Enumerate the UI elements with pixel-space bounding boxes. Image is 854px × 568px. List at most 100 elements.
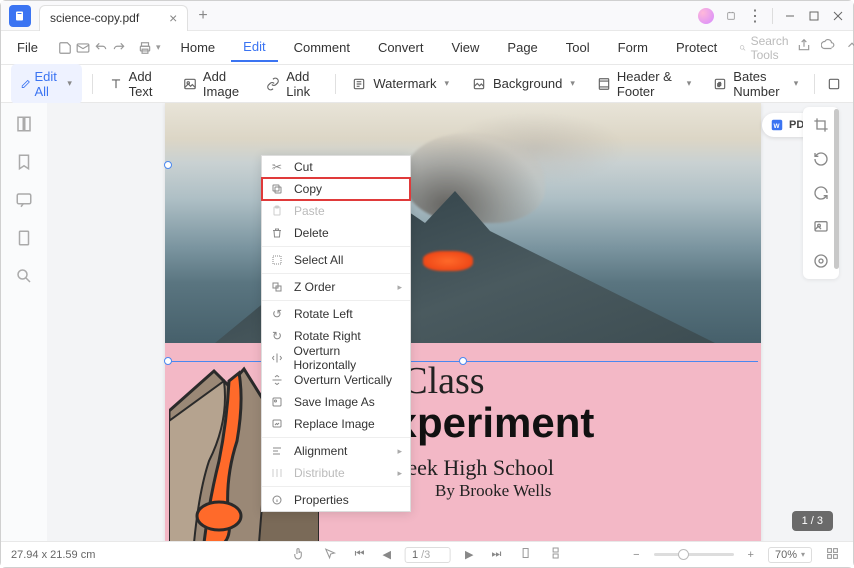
ctx-select-all[interactable]: Select All bbox=[262, 249, 410, 271]
user-avatar[interactable] bbox=[698, 8, 714, 24]
menu-view[interactable]: View bbox=[439, 34, 491, 61]
ctx-copy[interactable]: Copy bbox=[262, 178, 410, 200]
comment-icon[interactable] bbox=[15, 191, 33, 209]
single-page-icon[interactable] bbox=[515, 545, 535, 564]
ctx-paste: Paste bbox=[262, 200, 410, 222]
selection-handle[interactable] bbox=[459, 357, 467, 365]
watermark-button[interactable]: Watermark ▾ bbox=[345, 72, 455, 96]
text-icon bbox=[109, 76, 123, 92]
menu-tool[interactable]: Tool bbox=[554, 34, 602, 61]
add-text-button[interactable]: Add Text bbox=[103, 65, 167, 103]
page-input[interactable]: 1/3 bbox=[405, 547, 451, 563]
copy-icon bbox=[270, 182, 284, 196]
redo-icon[interactable] bbox=[112, 37, 126, 59]
kebab-menu-icon[interactable]: ⋮ bbox=[748, 9, 762, 23]
settings-icon[interactable] bbox=[813, 253, 829, 269]
paste-icon bbox=[270, 204, 284, 218]
page-indicator: 1 / 3 bbox=[792, 511, 833, 531]
header-footer-icon bbox=[597, 76, 611, 92]
maximize-icon[interactable] bbox=[807, 9, 821, 23]
more-toolbar-icon[interactable] bbox=[825, 73, 843, 95]
continuous-icon[interactable] bbox=[545, 545, 565, 564]
z-order-icon bbox=[270, 280, 284, 294]
document-canvas[interactable]: nce Class : Experiment reek High School … bbox=[47, 103, 853, 541]
menu-form[interactable]: Form bbox=[606, 34, 660, 61]
share-icon[interactable] bbox=[797, 38, 811, 57]
notification-icon[interactable] bbox=[724, 9, 738, 23]
fit-page-icon[interactable] bbox=[822, 545, 843, 565]
search-tools[interactable]: Search Tools bbox=[739, 34, 793, 62]
close-window-icon[interactable] bbox=[831, 9, 845, 23]
ctx-delete[interactable]: Delete bbox=[262, 222, 410, 244]
menu-file[interactable]: File bbox=[9, 36, 46, 59]
cut-icon: ✂ bbox=[270, 160, 284, 174]
bates-icon: # bbox=[713, 76, 727, 92]
search-panel-icon[interactable] bbox=[15, 267, 33, 285]
ctx-properties[interactable]: Properties bbox=[262, 489, 410, 511]
print-icon[interactable] bbox=[138, 37, 152, 59]
link-icon bbox=[266, 76, 280, 92]
attachment-icon[interactable] bbox=[15, 229, 33, 247]
flip-h-icon bbox=[270, 351, 283, 365]
ctx-overturn-v[interactable]: Overturn Vertically bbox=[262, 369, 410, 391]
vertical-scrollbar[interactable] bbox=[834, 109, 839, 269]
menu-page[interactable]: Page bbox=[495, 34, 549, 61]
menu-home[interactable]: Home bbox=[168, 34, 227, 61]
minimize-icon[interactable] bbox=[783, 9, 797, 23]
save-image-icon bbox=[270, 395, 284, 409]
zoom-in-icon[interactable]: + bbox=[744, 547, 758, 563]
hand-tool-icon[interactable] bbox=[289, 545, 310, 565]
ctx-replace-image[interactable]: Replace Image bbox=[262, 413, 410, 435]
add-image-button[interactable]: Add Image bbox=[177, 65, 250, 103]
cloud-icon[interactable] bbox=[821, 38, 835, 57]
menu-protect[interactable]: Protect bbox=[664, 34, 729, 61]
mail-icon[interactable] bbox=[76, 37, 90, 59]
ctx-rotate-left[interactable]: ↺Rotate Left bbox=[262, 303, 410, 325]
header-footer-button[interactable]: Header & Footer ▾ bbox=[591, 65, 697, 103]
edit-all-button[interactable]: Edit All ▾ bbox=[11, 64, 82, 104]
next-page-icon[interactable]: ▶ bbox=[461, 546, 477, 563]
undo-icon[interactable] bbox=[94, 37, 108, 59]
first-page-icon[interactable]: ⏮ bbox=[351, 546, 369, 563]
thumbnails-icon[interactable] bbox=[15, 115, 33, 133]
ctx-distribute: Distribute▸ bbox=[262, 462, 410, 484]
extract-image-icon[interactable] bbox=[813, 219, 829, 235]
ctx-alignment[interactable]: Alignment▸ bbox=[262, 440, 410, 462]
submenu-arrow-icon: ▸ bbox=[397, 446, 402, 457]
zoom-value[interactable]: 70%▾ bbox=[768, 547, 812, 563]
rotate-right-icon: ↻ bbox=[270, 329, 284, 343]
search-icon bbox=[739, 42, 746, 54]
rotate-cw-icon[interactable] bbox=[813, 185, 829, 201]
menu-comment[interactable]: Comment bbox=[282, 34, 362, 61]
bates-number-button[interactable]: # Bates Number ▾ bbox=[707, 65, 804, 103]
background-button[interactable]: Background ▾ bbox=[465, 72, 581, 96]
zoom-slider[interactable] bbox=[654, 553, 734, 556]
ctx-z-order[interactable]: Z Order▸ bbox=[262, 276, 410, 298]
document-tab[interactable]: science-copy.pdf × bbox=[39, 5, 188, 31]
ctx-overturn-h[interactable]: Overturn Horizontally bbox=[262, 347, 410, 369]
last-page-icon[interactable]: ⏭ bbox=[487, 546, 505, 563]
tab-add-icon[interactable]: + bbox=[198, 7, 207, 25]
bookmark-icon[interactable] bbox=[15, 153, 33, 171]
crop-icon[interactable] bbox=[813, 117, 829, 133]
menu-convert[interactable]: Convert bbox=[366, 34, 436, 61]
ctx-save-image[interactable]: Save Image As bbox=[262, 391, 410, 413]
rotate-left-icon: ↺ bbox=[270, 307, 284, 321]
ctx-cut[interactable]: ✂Cut bbox=[262, 156, 410, 178]
zoom-out-icon[interactable]: − bbox=[629, 547, 643, 563]
rotate-ccw-icon[interactable] bbox=[813, 151, 829, 167]
watermark-icon bbox=[351, 76, 367, 92]
pencil-icon bbox=[21, 77, 30, 91]
selection-handle[interactable] bbox=[164, 161, 172, 169]
add-link-button[interactable]: Add Link bbox=[260, 65, 324, 103]
search-placeholder: Search Tools bbox=[751, 34, 794, 62]
collapse-icon[interactable] bbox=[845, 38, 854, 57]
save-icon[interactable] bbox=[58, 37, 72, 59]
tab-close-icon[interactable]: × bbox=[169, 10, 177, 26]
volcano-photo[interactable] bbox=[165, 103, 761, 343]
select-tool-icon[interactable] bbox=[320, 545, 341, 565]
menu-edit[interactable]: Edit bbox=[231, 33, 277, 62]
selection-handle[interactable] bbox=[164, 357, 172, 365]
prev-page-icon[interactable]: ◀ bbox=[379, 546, 395, 563]
status-dimensions: 27.94 x 21.59 cm bbox=[11, 549, 95, 561]
